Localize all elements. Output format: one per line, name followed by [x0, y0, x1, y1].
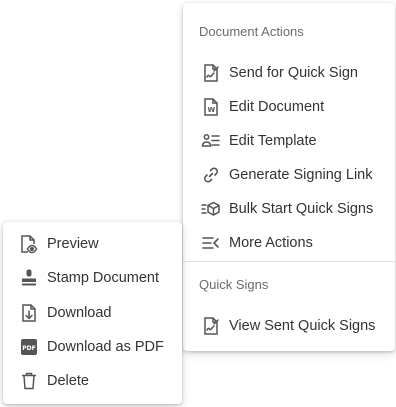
menu-item-label: Edit Document	[229, 99, 325, 115]
menu-item-delete[interactable]: Delete	[3, 364, 182, 398]
menu-item-label: Download as PDF	[47, 339, 164, 355]
menu-item-label: View Sent Quick Signs	[229, 318, 376, 334]
menu-item-edit-template[interactable]: Edit Template	[183, 124, 395, 158]
menu-item-label: Download	[47, 305, 112, 321]
menu-item-label: More Actions	[229, 235, 313, 251]
preview-icon	[18, 233, 40, 255]
menu-item-view-sent-quick-signs[interactable]: View Sent Quick Signs	[183, 309, 395, 343]
menu-item-label: Delete	[47, 373, 89, 389]
stamp-icon	[18, 267, 40, 289]
menu-divider	[183, 261, 395, 262]
document-actions-menu: Document Actions Send for Quick Sign W E…	[183, 3, 395, 351]
quick-sign-icon	[200, 62, 222, 84]
menu-item-preview[interactable]: Preview	[3, 227, 182, 261]
menu-item-download-as-pdf[interactable]: PDF Download as PDF	[3, 330, 182, 364]
menu-item-download[interactable]: Download	[3, 296, 182, 330]
menu-item-label: Bulk Start Quick Signs	[229, 201, 374, 217]
file-actions-menu: Preview Stamp Document Download PDF Down…	[3, 222, 182, 404]
quick-sign-icon	[200, 315, 222, 337]
more-actions-icon	[200, 232, 222, 254]
menu-item-label: Send for Quick Sign	[229, 65, 358, 81]
bulk-start-icon	[200, 198, 222, 220]
edit-document-icon: W	[200, 96, 222, 118]
pdf-icon: PDF	[18, 336, 40, 358]
section-title-quick-signs: Quick Signs	[199, 277, 269, 292]
menu-item-generate-signing-link[interactable]: Generate Signing Link	[183, 158, 395, 192]
download-icon	[18, 302, 40, 324]
menu-item-more-actions[interactable]: More Actions	[183, 226, 395, 260]
edit-template-icon	[200, 130, 222, 152]
svg-text:W: W	[208, 106, 216, 114]
menu-item-bulk-start-quick-signs[interactable]: Bulk Start Quick Signs	[183, 192, 395, 226]
menu-item-label: Edit Template	[229, 133, 317, 149]
menu-item-label: Stamp Document	[47, 270, 160, 286]
menu-item-label: Generate Signing Link	[229, 167, 373, 183]
menu-item-send-for-quick-sign[interactable]: Send for Quick Sign	[183, 56, 395, 90]
section-title-document-actions: Document Actions	[199, 24, 304, 39]
menu-item-label: Preview	[47, 236, 99, 252]
svg-text:PDF: PDF	[22, 345, 35, 352]
link-icon	[200, 164, 222, 186]
menu-item-edit-document[interactable]: W Edit Document	[183, 90, 395, 124]
menu-item-stamp-document[interactable]: Stamp Document	[3, 261, 182, 295]
trash-icon	[18, 370, 40, 392]
